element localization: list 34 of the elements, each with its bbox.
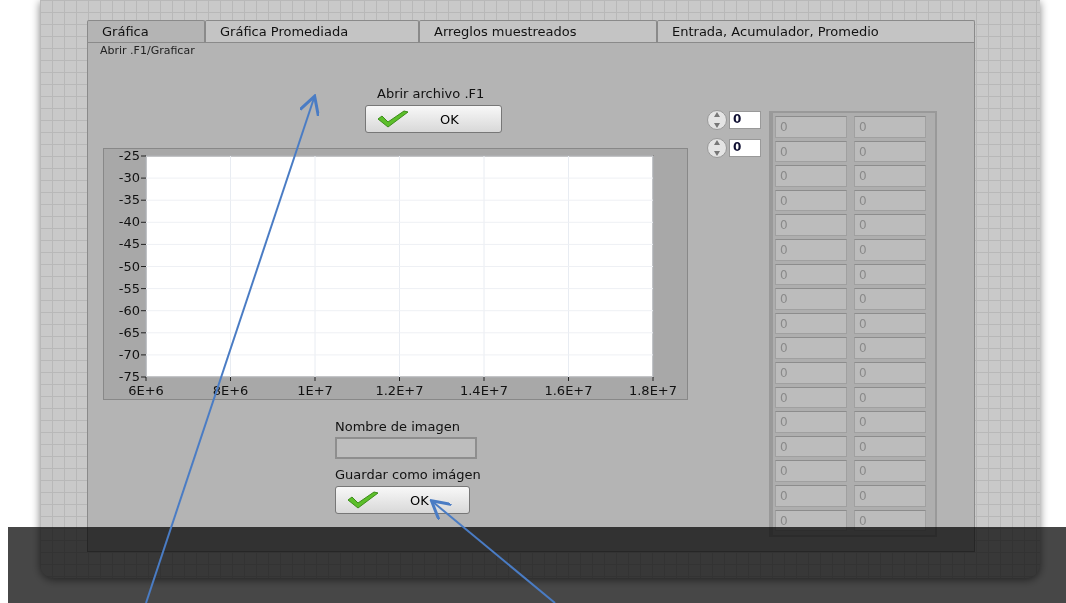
y-tick-label: -45	[118, 236, 140, 252]
page-label: Abrir .F1/Graficar	[99, 43, 196, 59]
y-tick-label: -70	[118, 346, 140, 362]
y-tick-label: -75	[118, 369, 140, 384]
x-tick-label: 6E+6	[128, 383, 164, 398]
tab[interactable]: Arreglos muestreados	[419, 20, 657, 42]
y-tick-label: -35	[118, 192, 140, 208]
y-tick-label: -40	[118, 214, 140, 230]
ok-button[interactable]: OK	[335, 486, 470, 514]
x-tick-label: 1.6E+7	[544, 383, 593, 398]
image-name-field[interactable]	[335, 437, 477, 459]
y-tick-label: -25	[118, 149, 140, 163]
x-tick-label: 1E+7	[297, 383, 333, 398]
tab[interactable]: Gráfica Promediada	[205, 20, 419, 42]
y-tick-label: -60	[118, 302, 140, 318]
y-tick-label: -55	[118, 280, 140, 296]
spinner-icon[interactable]	[707, 137, 727, 159]
y-tick-label: -30	[118, 170, 140, 186]
y-tick-label: -65	[118, 324, 140, 340]
control-label: Guardar como imágen	[335, 467, 481, 482]
checkmark-icon	[346, 490, 380, 510]
control-label: Nombre de imagen	[335, 419, 460, 434]
y-tick-label: -50	[118, 258, 140, 274]
tab[interactable]: Gráfica	[87, 20, 205, 42]
x-tick-label: 1.8E+7	[628, 383, 678, 398]
x-tick-label: 1.2E+7	[375, 383, 424, 398]
control-label: Abrir archivo .F1	[377, 86, 485, 101]
index-field[interactable]: 0	[729, 139, 761, 157]
checkmark-icon	[376, 109, 410, 129]
index-field[interactable]: 0	[729, 111, 761, 129]
ok-button[interactable]: OK	[365, 105, 502, 133]
tab[interactable]: Entrada, Acumulador, Promedio	[657, 20, 975, 42]
x-tick-label: 1.4E+7	[459, 383, 509, 398]
spinner-icon[interactable]	[707, 109, 727, 131]
